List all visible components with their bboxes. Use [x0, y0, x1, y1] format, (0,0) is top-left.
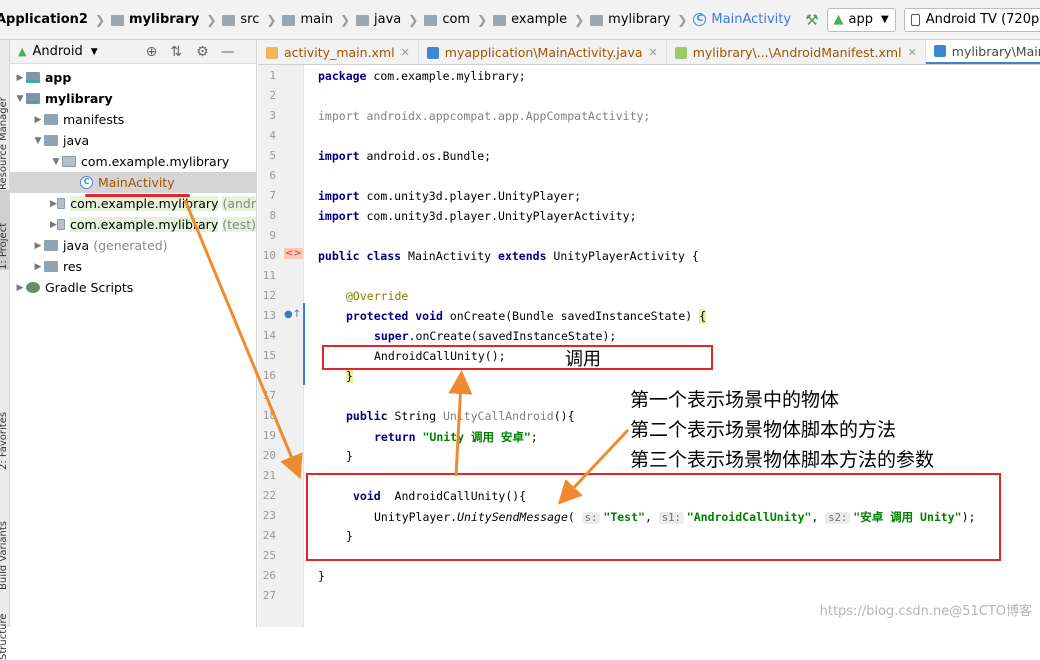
watermark: https://blog.csdn.ne@51CTO博客	[819, 604, 1032, 619]
arrow-method-to-call	[448, 370, 473, 477]
arrow-note-to-args	[557, 428, 630, 505]
arrow-tree-to-method	[183, 199, 303, 480]
annotation-arrows	[183, 199, 630, 505]
